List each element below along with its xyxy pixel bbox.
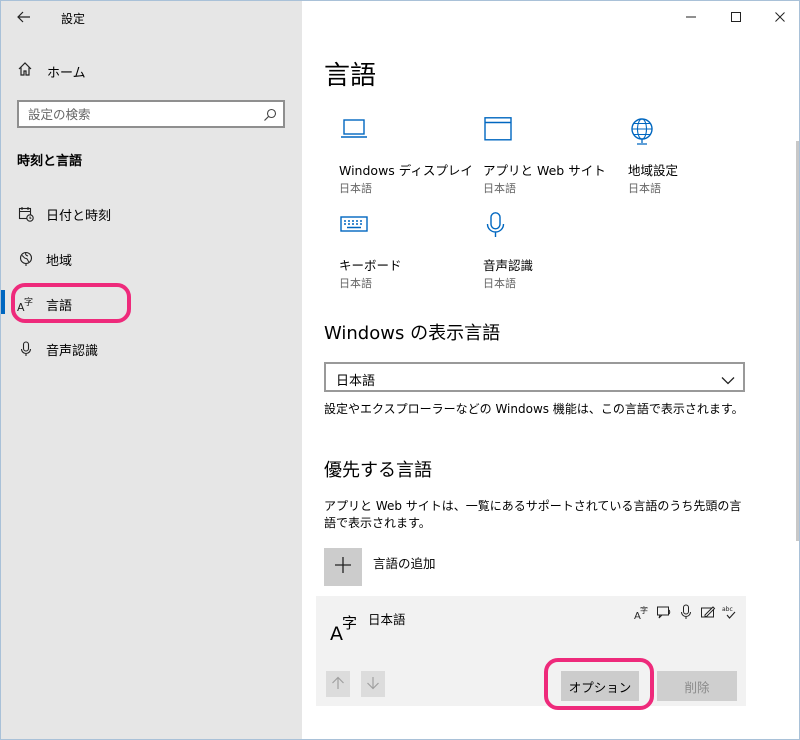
tile-speech-recognition[interactable]: 音声認識 日本語 (483, 212, 623, 292)
tile-keyboard[interactable]: キーボード 日本語 (339, 212, 479, 292)
move-up-button[interactable] (326, 671, 350, 697)
tile-name: キーボード (339, 258, 402, 273)
tile-region-settings[interactable]: 地域設定 日本語 (628, 117, 768, 197)
microphone-icon (483, 212, 517, 246)
handwriting-icon (700, 604, 716, 620)
sidebar-item-region[interactable]: 地域 (1, 240, 301, 276)
language-icon: A字 (328, 610, 362, 648)
sidebar: 設定 ホーム 時刻と言語 日付と時刻 地域 (1, 1, 302, 739)
move-down-button[interactable] (361, 671, 385, 697)
language-name: 日本語 (368, 612, 406, 627)
options-button[interactable]: オプション (561, 671, 639, 701)
display-language-description: 設定やエクスプローラーなどの Windows 機能は、この言語で表示されます。 (324, 402, 744, 416)
section-title: 時刻と言語 (17, 154, 83, 169)
preferred-languages-heading: 優先する言語 (324, 460, 432, 481)
tile-name: Windows ディスプレイ (339, 163, 473, 178)
tile-name: アプリと Web サイト (483, 163, 606, 178)
minimize-icon (685, 8, 697, 27)
svg-text:字: 字 (24, 296, 33, 308)
sidebar-item-speech[interactable]: 音声認識 (1, 330, 301, 366)
microphone-icon (17, 340, 35, 358)
sidebar-item-language[interactable]: A字 言語 (1, 285, 301, 321)
svg-text:abc: abc (722, 606, 733, 613)
add-language-button[interactable] (324, 548, 362, 586)
svg-text:字: 字 (342, 614, 357, 632)
sidebar-item-label: 地域 (46, 254, 73, 269)
region-icon (17, 250, 35, 268)
home-label: ホーム (47, 65, 86, 81)
globe-icon (628, 117, 662, 151)
search-input[interactable] (19, 102, 264, 126)
display-language-select[interactable]: 日本語 (324, 362, 745, 392)
browser-window-icon (483, 117, 517, 151)
add-language-label[interactable]: 言語の追加 (373, 553, 436, 572)
page-title: 言語 (324, 61, 377, 91)
sidebar-item-label: 日付と時刻 (46, 209, 112, 224)
sidebar-item-label: 音声認識 (46, 344, 99, 359)
tile-subtitle: 日本語 (483, 277, 516, 290)
svg-text:字: 字 (640, 605, 648, 615)
tile-subtitle: 日本語 (483, 182, 516, 195)
tile-subtitle: 日本語 (628, 182, 661, 195)
keyboard-icon (339, 212, 373, 246)
language-list-item[interactable]: A字 日本語 A字 abc オプション 削除 (316, 596, 746, 706)
arrow-up-icon (331, 675, 345, 694)
tile-windows-display[interactable]: Windows ディスプレイ 日本語 (339, 117, 479, 197)
spellcheck-icon: abc (722, 604, 738, 620)
search-icon (263, 107, 277, 126)
main-content: 言語 Windows ディスプレイ 日本語 アプリと Web サイト 日本語 地… (302, 1, 799, 739)
home-link[interactable]: ホーム (17, 59, 86, 83)
language-icon: A字 (17, 295, 35, 313)
text-to-speech-icon (656, 604, 672, 620)
settings-window: 設定 ホーム 時刻と言語 日付と時刻 地域 (0, 0, 800, 740)
speech-recognition-icon (678, 604, 694, 620)
sidebar-item-label: 言語 (46, 299, 73, 314)
preferred-languages-description: アプリと Web サイトは、一覧にあるサポートされている言語のうち先頭の言語で表… (324, 499, 742, 530)
tile-apps-websites[interactable]: アプリと Web サイト 日本語 (483, 117, 623, 197)
back-arrow-icon (17, 8, 31, 27)
scrollbar[interactable] (796, 141, 799, 541)
search-box[interactable] (17, 100, 285, 128)
app-title: 設定 (61, 12, 86, 26)
close-button[interactable] (765, 5, 795, 29)
language-capabilities: A字 abc (634, 604, 738, 620)
sidebar-item-date-time[interactable]: 日付と時刻 (1, 195, 301, 231)
display-language-value: 日本語 (336, 374, 376, 389)
display-language-heading: Windows の表示言語 (324, 323, 501, 344)
maximize-button[interactable] (721, 5, 751, 29)
tile-subtitle: 日本語 (339, 277, 372, 290)
tile-subtitle: 日本語 (339, 182, 372, 195)
remove-button[interactable]: 削除 (657, 671, 737, 701)
tile-name: 地域設定 (628, 163, 679, 178)
home-icon (17, 61, 33, 81)
date-time-icon (17, 205, 35, 223)
plus-icon (334, 556, 352, 578)
maximize-icon (730, 8, 742, 27)
tile-name: 音声認識 (483, 258, 534, 273)
arrow-down-icon (366, 675, 380, 694)
display-language-icon: A字 (634, 604, 650, 620)
close-icon (774, 8, 786, 27)
laptop-icon (339, 117, 373, 151)
back-button[interactable] (11, 5, 37, 29)
chevron-down-icon (721, 371, 735, 390)
minimize-button[interactable] (676, 5, 706, 29)
